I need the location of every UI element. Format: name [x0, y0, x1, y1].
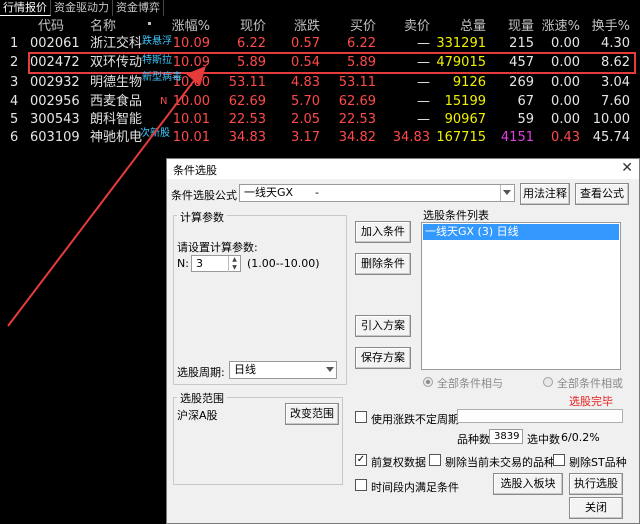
run-select-button[interactable]: 执行选股 — [569, 473, 623, 495]
radio-or-label: 全部条件相或 — [557, 377, 623, 390]
add-condition-button[interactable]: 加入条件 — [355, 221, 411, 243]
radio-or[interactable] — [543, 377, 553, 387]
range-group-title: 选股范围 — [177, 390, 227, 406]
progress-bar — [457, 409, 623, 423]
exclude-st-checkbox[interactable] — [553, 454, 565, 466]
params-group-title: 计算参数 — [177, 209, 227, 225]
pre-adjust-label: 前复权数据 — [371, 456, 426, 469]
exclude-untraded-checkbox[interactable] — [429, 454, 441, 466]
selected-value: 6/0.2% — [561, 431, 600, 444]
range-value: 沪深A股 — [177, 409, 218, 422]
view-formula-button[interactable]: 查看公式 — [575, 183, 629, 205]
n-label: N: — [177, 257, 189, 270]
selected-label: 选中数 — [527, 433, 560, 446]
n-range: (1.00--10.00) — [247, 257, 320, 270]
usage-notes-button[interactable]: 用法注释 — [520, 183, 570, 205]
list-item[interactable]: 一线天GX (3) 日线 — [423, 224, 619, 240]
dialog-title: 条件选股 — [173, 164, 217, 177]
import-plan-button[interactable]: 引入方案 — [355, 315, 411, 337]
add-to-block-button[interactable]: 选股入板块 — [493, 473, 563, 495]
stepper-arrows-icon[interactable]: ▲ ▼ — [228, 256, 240, 272]
status-text: 选股完毕 — [569, 395, 613, 408]
period-select[interactable]: 日线 — [229, 361, 337, 379]
stock-count-field: 3839 — [489, 429, 523, 444]
exclude-st-label: 剔除ST品种 — [569, 456, 627, 469]
pre-adjust-checkbox[interactable]: ✓ — [355, 454, 367, 466]
formula-value: 一线天GX - — [244, 186, 320, 199]
n-value: 3 — [196, 257, 203, 270]
close-button[interactable]: 关闭 — [569, 497, 623, 519]
change-range-button[interactable]: 改变范围 — [285, 403, 339, 425]
condition-select-dialog: 条件选股 ✕ 条件选股公式 一线天GX - 用法注释 查看公式 计算参数 请设置… — [166, 158, 640, 524]
stock-count-label: 品种数 — [457, 433, 490, 446]
condition-list[interactable]: 一线天GX (3) 日线 — [421, 222, 621, 370]
variable-period-label: 使用涨跌不定周期 — [371, 413, 459, 426]
save-plan-button[interactable]: 保存方案 — [355, 347, 411, 369]
condition-list-label: 选股条件列表 — [423, 209, 489, 222]
period-label: 选股周期: — [177, 366, 225, 379]
delete-condition-button[interactable]: 删除条件 — [355, 253, 411, 275]
in-period-label: 时间段内满足条件 — [371, 481, 459, 494]
radio-and[interactable] — [423, 377, 433, 387]
variable-period-checkbox[interactable] — [355, 411, 367, 423]
radio-and-label: 全部条件相与 — [437, 377, 503, 390]
formula-select[interactable]: 一线天GX - — [239, 184, 515, 202]
n-stepper[interactable]: 3 ▲ ▼ — [191, 255, 241, 272]
dialog-titlebar[interactable]: 条件选股 ✕ — [167, 159, 639, 179]
in-period-checkbox[interactable] — [355, 479, 367, 491]
exclude-untraded-label: 剔除当前未交易的品种 — [445, 456, 555, 469]
chevron-down-icon[interactable] — [500, 185, 514, 201]
close-icon[interactable]: ✕ — [621, 160, 633, 176]
params-prompt: 请设置计算参数: — [177, 241, 258, 254]
formula-label: 条件选股公式 — [171, 189, 237, 202]
period-value: 日线 — [234, 363, 256, 376]
chevron-down-icon[interactable] — [326, 367, 334, 372]
